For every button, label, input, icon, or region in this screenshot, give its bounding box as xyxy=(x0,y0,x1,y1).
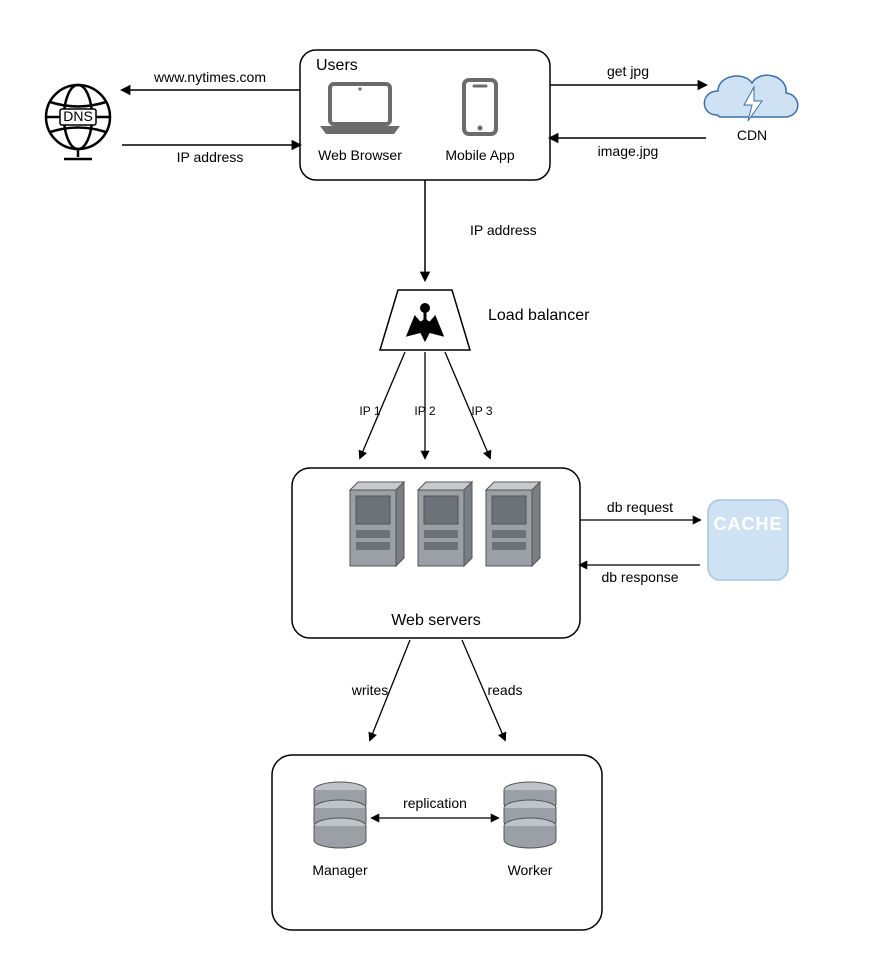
web-servers-node: Web servers xyxy=(292,468,580,638)
phone-icon xyxy=(464,80,496,134)
edge-replication: replication xyxy=(372,795,498,818)
edge-users-to-cdn: get jpg xyxy=(550,63,706,85)
web-browser-label: Web Browser xyxy=(318,147,402,163)
edge-web-to-db-reads: reads xyxy=(462,640,523,740)
svg-text:reads: reads xyxy=(487,682,522,698)
edge-cdn-to-users: image.jpg xyxy=(550,138,706,159)
web-servers-label: Web servers xyxy=(391,612,481,629)
edge-users-to-lb: IP address xyxy=(425,180,537,280)
svg-text:www.nytimes.com: www.nytimes.com xyxy=(153,69,266,85)
svg-text:IP 2: IP 2 xyxy=(414,404,435,418)
dns-label: DNS xyxy=(63,108,93,124)
edge-dns-to-users: IP address xyxy=(122,145,300,165)
users-node: Users Web Browser Mobile App xyxy=(300,50,550,180)
cache-label: CACHE xyxy=(713,514,782,534)
dns-node: DNS xyxy=(46,85,110,159)
load-balancer-node: Load balancer xyxy=(380,290,590,350)
database-node: Manager Worker replication xyxy=(272,755,602,930)
database-icon xyxy=(314,782,366,848)
load-balancer-label: Load balancer xyxy=(488,307,590,324)
manager-label: Manager xyxy=(312,862,368,878)
edge-web-to-cache-req: db request xyxy=(580,499,700,520)
svg-text:IP address: IP address xyxy=(177,149,244,165)
worker-label: Worker xyxy=(508,862,553,878)
mobile-app-label: Mobile App xyxy=(445,147,514,163)
edge-cache-to-web-resp: db response xyxy=(580,565,700,585)
svg-text:IP 3: IP 3 xyxy=(471,404,492,418)
server-icon xyxy=(486,482,540,566)
svg-text:IP 1: IP 1 xyxy=(359,404,380,418)
cache-node: CACHE xyxy=(708,500,788,580)
svg-text:IP address: IP address xyxy=(470,222,537,238)
svg-text:image.jpg: image.jpg xyxy=(598,143,659,159)
edge-lb-to-web-1: IP 1 xyxy=(359,352,405,458)
cdn-label: CDN xyxy=(737,127,767,143)
svg-text:db response: db response xyxy=(601,569,678,585)
svg-text:get jpg: get jpg xyxy=(607,63,649,79)
server-icon xyxy=(418,482,472,566)
svg-text:writes: writes xyxy=(351,682,389,698)
svg-text:db request: db request xyxy=(607,499,673,515)
edge-web-to-db-writes: writes xyxy=(351,640,410,740)
edge-lb-to-web-3: IP 3 xyxy=(445,352,493,458)
svg-text:replication: replication xyxy=(403,795,467,811)
architecture-diagram: DNS Users Web Browser Mobile App CDN xyxy=(0,0,880,975)
laptop-icon xyxy=(320,84,400,134)
database-icon xyxy=(504,782,556,848)
users-title: Users xyxy=(316,57,358,74)
edge-lb-to-web-2: IP 2 xyxy=(414,352,435,458)
server-icon xyxy=(350,482,404,566)
cdn-node: CDN xyxy=(704,75,797,143)
edge-users-to-dns: www.nytimes.com xyxy=(122,69,300,90)
